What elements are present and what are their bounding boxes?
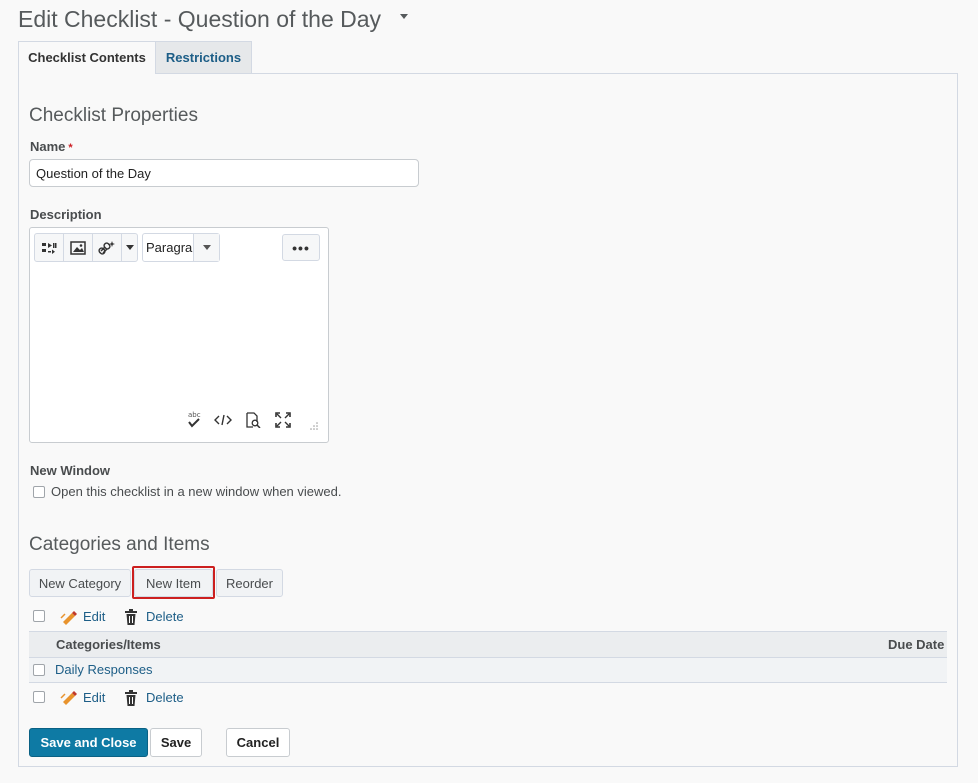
tab-restrictions[interactable]: Restrictions bbox=[156, 41, 252, 73]
insert-stuff-icon bbox=[42, 242, 57, 254]
delete-action[interactable] bbox=[124, 609, 138, 628]
edit-link-bottom[interactable]: Edit bbox=[83, 690, 105, 705]
table-header bbox=[29, 631, 947, 658]
page-title: Edit Checklist - Question of the Day bbox=[18, 6, 382, 32]
trash-icon bbox=[125, 609, 137, 625]
tab-checklist-contents[interactable]: Checklist Contents bbox=[18, 41, 156, 74]
insert-image-button[interactable] bbox=[64, 234, 93, 261]
spellcheck-button[interactable]: abc bbox=[185, 411, 203, 429]
image-icon bbox=[70, 240, 86, 255]
edit-action-bottom[interactable] bbox=[60, 689, 78, 708]
trash-icon bbox=[125, 690, 137, 706]
chevron-down-icon[interactable] bbox=[400, 14, 408, 19]
table-row bbox=[29, 658, 947, 683]
code-icon bbox=[214, 414, 232, 426]
checklist-properties-heading: Checklist Properties bbox=[29, 105, 198, 126]
edit-action[interactable] bbox=[60, 608, 78, 625]
chevron-down-icon bbox=[125, 245, 134, 250]
format-select-toggle[interactable] bbox=[193, 234, 219, 261]
name-field[interactable] bbox=[29, 159, 419, 187]
spellcheck-icon: abc bbox=[188, 411, 201, 428]
editor-insert-group bbox=[34, 233, 138, 262]
select-all-checkbox[interactable] bbox=[33, 610, 45, 622]
quicklink-icon bbox=[98, 240, 115, 255]
edit-link[interactable]: Edit bbox=[83, 609, 105, 624]
insert-more-dropdown[interactable] bbox=[122, 234, 137, 261]
fullscreen-icon bbox=[275, 412, 291, 428]
row-checkbox[interactable] bbox=[33, 664, 45, 676]
new-item-highlight bbox=[132, 566, 215, 599]
insert-stuff-button[interactable] bbox=[35, 234, 64, 261]
preview-icon bbox=[246, 412, 261, 428]
preview-button[interactable] bbox=[244, 411, 262, 429]
format-select-value: Paragra bbox=[146, 240, 193, 255]
svg-text:abc: abc bbox=[188, 411, 201, 419]
category-link-daily-responses[interactable]: Daily Responses bbox=[55, 662, 153, 677]
delete-link-bottom[interactable]: Delete bbox=[146, 690, 184, 705]
name-label: Name * bbox=[30, 139, 73, 154]
column-header-due-date: Due Date bbox=[888, 637, 945, 652]
new-window-label: New Window bbox=[30, 463, 111, 478]
name-label-text: Name bbox=[30, 139, 66, 154]
cancel-button[interactable]: Cancel bbox=[226, 728, 290, 757]
new-category-button[interactable]: New Category bbox=[29, 569, 131, 597]
reorder-button[interactable]: Reorder bbox=[216, 569, 283, 597]
select-all-checkbox-bottom[interactable] bbox=[33, 691, 45, 703]
resize-grip-icon bbox=[310, 422, 318, 430]
resize-handle[interactable] bbox=[309, 419, 319, 430]
chevron-down-icon bbox=[202, 245, 211, 250]
format-select[interactable]: Paragra bbox=[142, 233, 220, 262]
pencil-icon bbox=[60, 691, 77, 705]
description-label: Description bbox=[30, 207, 102, 222]
insert-quicklink-button[interactable] bbox=[93, 234, 122, 261]
source-code-button[interactable] bbox=[214, 411, 232, 429]
pencil-icon bbox=[60, 610, 77, 625]
new-window-checkbox-label[interactable]: Open this checklist in a new window when… bbox=[51, 484, 341, 499]
delete-action-bottom[interactable] bbox=[124, 690, 138, 709]
more-actions-button[interactable]: ••• bbox=[282, 234, 320, 261]
new-window-checkbox[interactable] bbox=[33, 486, 45, 498]
save-and-close-button[interactable]: Save and Close bbox=[29, 728, 148, 757]
column-header-categories: Categories/Items bbox=[56, 637, 161, 652]
fullscreen-button[interactable] bbox=[274, 411, 292, 429]
required-marker: * bbox=[68, 142, 73, 154]
more-icon: ••• bbox=[292, 239, 310, 256]
save-button[interactable]: Save bbox=[150, 728, 202, 757]
categories-heading: Categories and Items bbox=[29, 534, 210, 555]
delete-link[interactable]: Delete bbox=[146, 609, 184, 624]
